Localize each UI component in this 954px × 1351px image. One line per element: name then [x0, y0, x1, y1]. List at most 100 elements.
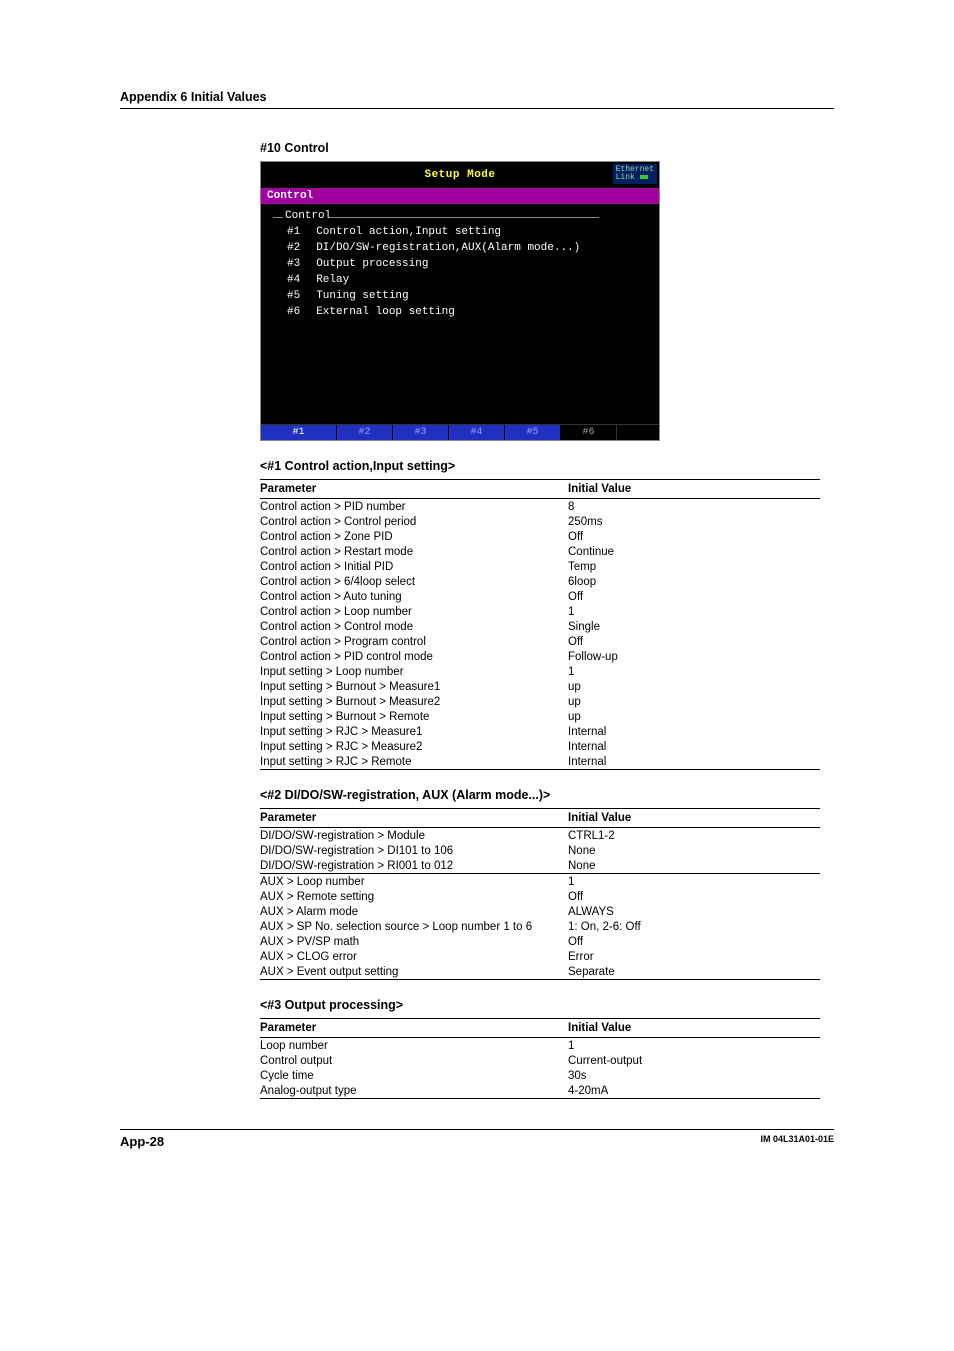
- table-row: Input setting > RJC > Measure1Internal: [260, 724, 820, 739]
- parameter-cell: Control action > Control mode: [260, 619, 568, 634]
- table-row: Parameter Initial Value: [260, 1019, 820, 1038]
- parameter-cell: Control action > Control period: [260, 514, 568, 529]
- value-cell: 6loop: [568, 574, 820, 589]
- screenshot-tabs: #1 #2 #3 #4 #5 #6: [261, 424, 659, 440]
- value-cell: Single: [568, 619, 820, 634]
- table-row: AUX > PV/SP mathOff: [260, 934, 820, 949]
- table-row: Control action > 6/4loop select6loop: [260, 574, 820, 589]
- value-cell: ALWAYS: [568, 904, 820, 919]
- table-row: AUX > Loop number1: [260, 874, 820, 890]
- table3: Parameter Initial Value Loop number1Cont…: [260, 1018, 820, 1099]
- parameter-cell: AUX > SP No. selection source > Loop num…: [260, 919, 568, 934]
- menu-text: Relay: [316, 274, 349, 286]
- table-header-parameter: Parameter: [260, 1019, 568, 1038]
- value-cell: 8: [568, 499, 820, 515]
- value-cell: up: [568, 709, 820, 724]
- menu-text: Tuning setting: [316, 290, 408, 302]
- screenshot-menu-item[interactable]: #1 Control action,Input setting: [287, 224, 649, 240]
- parameter-cell: Input setting > RJC > Measure2: [260, 739, 568, 754]
- table-row: DI/DO/SW-registration > ModuleCTRL1-2: [260, 828, 820, 844]
- value-cell: Error: [568, 949, 820, 964]
- parameter-cell: Control action > Auto tuning: [260, 589, 568, 604]
- table-header-value: Initial Value: [568, 809, 820, 828]
- value-cell: Internal: [568, 739, 820, 754]
- parameter-cell: Analog-output type: [260, 1083, 568, 1099]
- parameter-cell: Control action > Initial PID: [260, 559, 568, 574]
- parameter-cell: Cycle time: [260, 1068, 568, 1083]
- menu-text: Output processing: [316, 258, 428, 270]
- menu-text: External loop setting: [316, 306, 455, 318]
- value-cell: 1: On, 2-6: Off: [568, 919, 820, 934]
- table-row: Cycle time30s: [260, 1068, 820, 1083]
- value-cell: Internal: [568, 754, 820, 770]
- screenshot-tab[interactable]: #1: [261, 425, 337, 440]
- menu-id: #2: [287, 242, 300, 254]
- table-row: Control action > Zone PIDOff: [260, 529, 820, 544]
- table-header-value: Initial Value: [568, 480, 820, 499]
- menu-id: #4: [287, 274, 300, 286]
- value-cell: Current-output: [568, 1053, 820, 1068]
- value-cell: Continue: [568, 544, 820, 559]
- table-row: Parameter Initial Value: [260, 480, 820, 499]
- value-cell: Off: [568, 889, 820, 904]
- ethernet-label-2: Link: [616, 173, 635, 182]
- table2: Parameter Initial Value DI/DO/SW-registr…: [260, 808, 820, 980]
- menu-id: #1: [287, 226, 300, 238]
- screenshot-menu-list: #1 Control action,Input setting #2 DI/DO…: [271, 224, 649, 320]
- table-row: Control action > Initial PIDTemp: [260, 559, 820, 574]
- screenshot-menu-item[interactable]: #5 Tuning setting: [287, 288, 649, 304]
- screenshot-tab[interactable]: #4: [449, 425, 505, 440]
- value-cell: up: [568, 694, 820, 709]
- section-heading: #10 Control: [260, 141, 834, 155]
- table-row: AUX > SP No. selection source > Loop num…: [260, 919, 820, 934]
- value-cell: Temp: [568, 559, 820, 574]
- table-row: Input setting > Burnout > Measure2up: [260, 694, 820, 709]
- value-cell: Off: [568, 529, 820, 544]
- screenshot-menu-item[interactable]: #3 Output processing: [287, 256, 649, 272]
- parameter-cell: Input setting > Burnout > Measure2: [260, 694, 568, 709]
- table-row: Control action > PID control modeFollow-…: [260, 649, 820, 664]
- table-header-value: Initial Value: [568, 1019, 820, 1038]
- parameter-cell: AUX > Event output setting: [260, 964, 568, 980]
- screenshot-group-label: Control: [285, 210, 331, 222]
- screenshot-menu-item[interactable]: #4 Relay: [287, 272, 649, 288]
- table-row: Control action > Control modeSingle: [260, 619, 820, 634]
- screenshot-tab[interactable]: #5: [505, 425, 561, 440]
- table-header-parameter: Parameter: [260, 809, 568, 828]
- value-cell: up: [568, 679, 820, 694]
- parameter-cell: Input setting > Burnout > Measure1: [260, 679, 568, 694]
- parameter-cell: Control action > PID number: [260, 499, 568, 515]
- screenshot-tab[interactable]: #3: [393, 425, 449, 440]
- value-cell: Separate: [568, 964, 820, 980]
- parameter-cell: DI/DO/SW-registration > Module: [260, 828, 568, 844]
- parameter-cell: Input setting > RJC > Remote: [260, 754, 568, 770]
- parameter-cell: AUX > Loop number: [260, 874, 568, 890]
- screenshot-modebar: Control: [261, 188, 659, 204]
- screenshot-tab[interactable]: #6: [561, 425, 617, 440]
- table-row: AUX > CLOG errorError: [260, 949, 820, 964]
- value-cell: 4-20mA: [568, 1083, 820, 1099]
- table-row: DI/DO/SW-registration > RI001 to 012None: [260, 858, 820, 874]
- table-row: DI/DO/SW-registration > DI101 to 106None: [260, 843, 820, 858]
- value-cell: CTRL1-2: [568, 828, 820, 844]
- value-cell: None: [568, 858, 820, 874]
- value-cell: Follow-up: [568, 649, 820, 664]
- screenshot-menu-item[interactable]: #6 External loop setting: [287, 304, 649, 320]
- table-row: Control action > Restart modeContinue: [260, 544, 820, 559]
- screenshot-titlebar: Setup Mode Ethernet Link: [261, 162, 659, 188]
- top-divider: [120, 108, 834, 109]
- screenshot-tab[interactable]: #2: [337, 425, 393, 440]
- table-header-parameter: Parameter: [260, 480, 568, 499]
- parameter-cell: AUX > Alarm mode: [260, 904, 568, 919]
- value-cell: Internal: [568, 724, 820, 739]
- ethernet-led-icon: [640, 175, 648, 179]
- table1-heading: <#1 Control action,Input setting>: [260, 459, 834, 473]
- menu-text: Control action,Input setting: [316, 226, 501, 238]
- parameter-cell: Loop number: [260, 1038, 568, 1054]
- parameter-cell: DI/DO/SW-registration > RI001 to 012: [260, 858, 568, 874]
- screenshot-menu-item[interactable]: #2 DI/DO/SW-registration,AUX(Alarm mode.…: [287, 240, 649, 256]
- menu-id: #5: [287, 290, 300, 302]
- menu-id: #3: [287, 258, 300, 270]
- footer: App-28 IM 04L31A01-01E: [120, 1130, 834, 1149]
- menu-id: #6: [287, 306, 300, 318]
